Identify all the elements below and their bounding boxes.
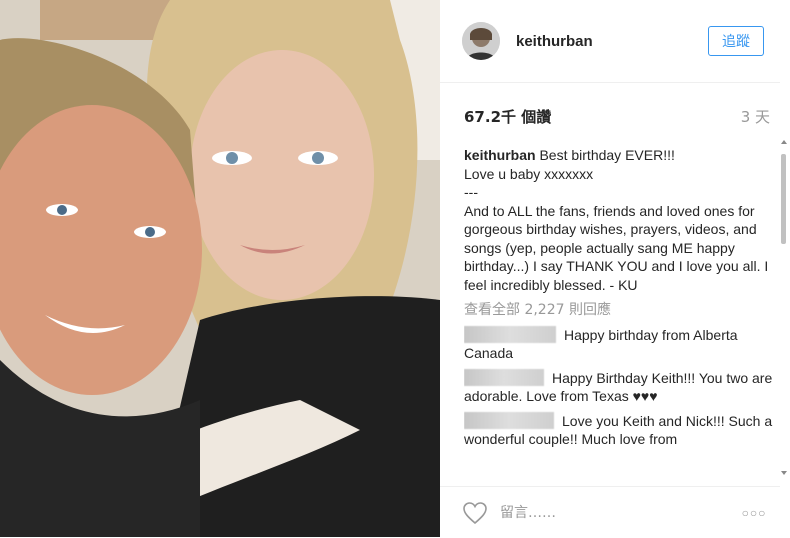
likes-count[interactable]: 67.2千 個讚 xyxy=(464,106,551,127)
scroll-up-arrow-icon[interactable] xyxy=(781,140,787,144)
comment-input[interactable] xyxy=(500,502,720,524)
caption-username[interactable]: keithurban xyxy=(464,147,536,163)
view-all-comments-link[interactable]: 查看全部 2,227 則回應 xyxy=(464,301,780,320)
comment-item: Happy Birthday Keith!!! You two are ador… xyxy=(464,368,780,406)
comments-scrollbar[interactable] xyxy=(781,140,787,475)
scroll-down-arrow-icon[interactable] xyxy=(781,471,787,475)
username-link[interactable]: keithurban xyxy=(516,33,593,50)
more-options-icon[interactable]: ○○○ xyxy=(740,503,768,523)
post-header: keithurban 追蹤 xyxy=(440,0,780,83)
comment-item: Love you Keith and Nick!!! Such a wonder… xyxy=(464,411,780,449)
comment-username-blurred[interactable] xyxy=(464,325,556,343)
follow-button[interactable]: 追蹤 xyxy=(708,26,764,56)
instagram-post: keithurban 追蹤 67.2千 個讚 3 天 keithurban Be… xyxy=(0,0,790,537)
comment-username-blurred[interactable] xyxy=(464,368,544,386)
heart-icon[interactable] xyxy=(462,501,488,525)
comment-item: Happy birthday from Alberta Canada xyxy=(464,325,780,363)
post-photo[interactable] xyxy=(0,0,440,537)
comments-list[interactable]: keithurban Best birthday EVER!!! Love u … xyxy=(464,146,780,474)
post-side-panel: keithurban 追蹤 67.2千 個讚 3 天 keithurban Be… xyxy=(440,0,790,537)
post-time[interactable]: 3 天 xyxy=(741,106,770,127)
avatar[interactable] xyxy=(462,22,500,60)
post-footer: ○○○ xyxy=(440,486,780,538)
caption: keithurban Best birthday EVER!!! Love u … xyxy=(464,146,780,294)
post-stats: 67.2千 個讚 3 天 xyxy=(464,106,770,126)
scroll-thumb[interactable] xyxy=(781,154,786,244)
comment-username-blurred[interactable] xyxy=(464,411,554,429)
selfie-illustration xyxy=(0,0,440,537)
avatar-icon xyxy=(462,22,500,60)
caption-text: Best birthday EVER!!! Love u baby xxxxxx… xyxy=(464,147,769,293)
